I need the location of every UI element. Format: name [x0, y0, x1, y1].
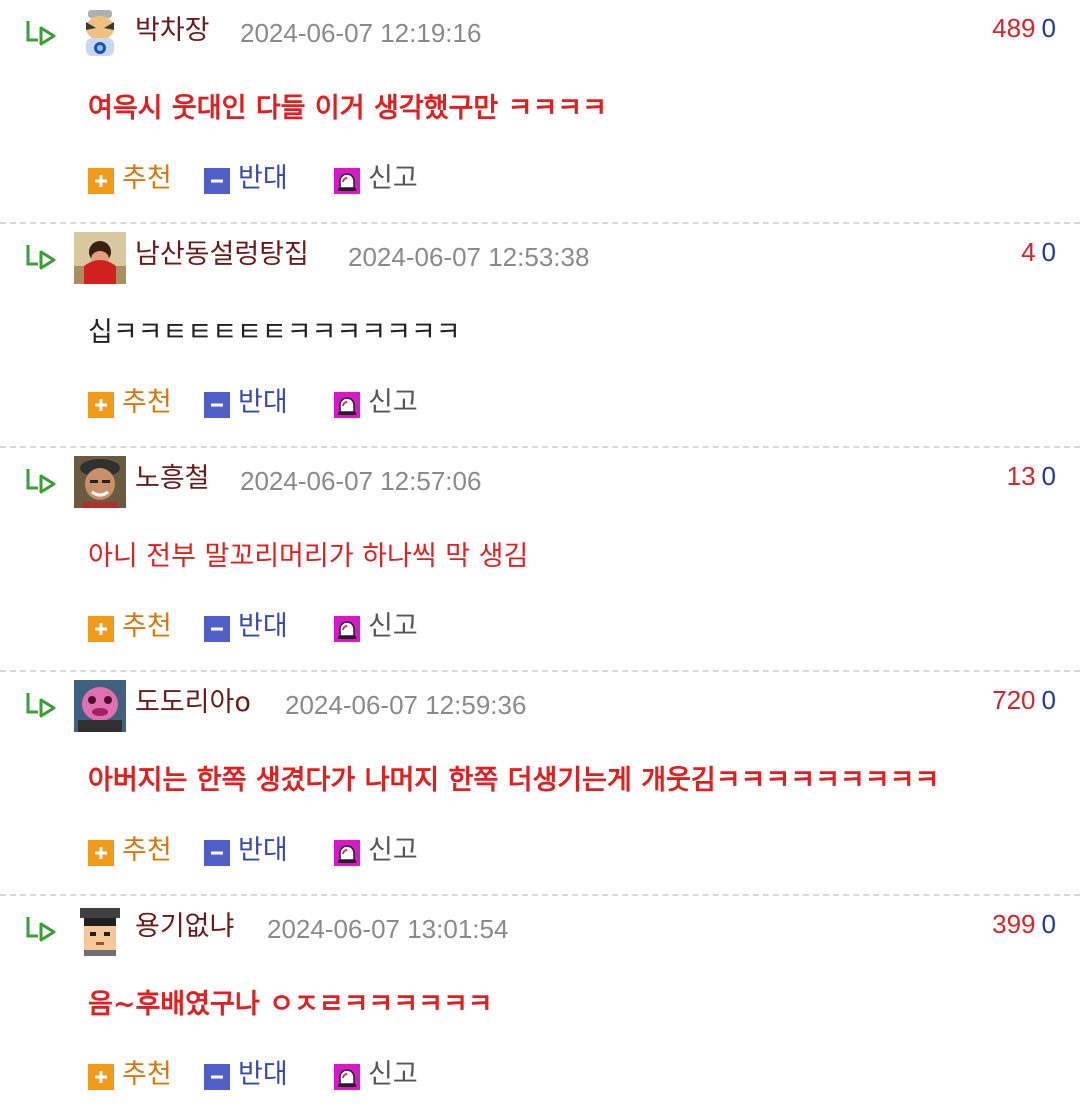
downvote-label: 반대: [238, 611, 288, 642]
comment-text: 여윽시 웃대인 다들 이거 생각했구만 ㅋㅋㅋㅋ: [88, 93, 607, 124]
comment-item: 용기없냐 2024-06-07 13:01:54 399 0 음~후배였구나 ㅇㅈ…: [0, 896, 1080, 1107]
vote-counts: 13 0: [1007, 458, 1056, 494]
minus-icon: [204, 392, 230, 418]
comment-actions: 추천 반대 신고: [88, 1056, 688, 1094]
comment-text: 아버지는 한쪽 생겼다가 나머지 한쪽 더생기는게 개웃김ㅋㅋㅋㅋㅋㅋㅋㅋㅋ: [88, 765, 940, 796]
downvote-label: 반대: [238, 835, 288, 866]
avatar[interactable]: [74, 904, 126, 956]
downvote-label: 반대: [238, 387, 288, 418]
nickname[interactable]: 용기없냐: [135, 909, 234, 945]
reply-arrow-icon: [26, 917, 56, 942]
comment-actions: 추천 반대 신고: [88, 384, 688, 422]
nickname[interactable]: 박차장: [135, 13, 210, 49]
plus-icon: [88, 840, 114, 866]
report-button[interactable]: 신고: [334, 1056, 444, 1094]
report-label: 신고: [368, 163, 418, 194]
upvote-label: 추천: [122, 387, 172, 418]
timestamp: 2024-06-07 12:53:38: [348, 242, 590, 272]
comment-actions: 추천 반대 신고: [88, 608, 688, 646]
reply-arrow-icon: [26, 245, 56, 270]
comment-item: 남산동설렁탕집 2024-06-07 12:53:38 40 십ㅋㅋㅌㅌㅌㅌㅌㅋ…: [0, 224, 1080, 448]
upvote-label: 추천: [122, 1059, 172, 1090]
minus-icon: [204, 840, 230, 866]
upvote-button[interactable]: 추천: [88, 832, 188, 870]
siren-icon: [334, 840, 360, 866]
plus-icon: [88, 616, 114, 642]
vote-counts: 720 0: [992, 682, 1056, 718]
upvote-count: 4: [1021, 237, 1036, 267]
comment-actions: 추천 반대 신고: [88, 832, 688, 870]
nickname[interactable]: 남산동설렁탕집: [135, 237, 309, 273]
upvote-button[interactable]: 추천: [88, 384, 188, 422]
vote-counts: 40: [1021, 234, 1056, 270]
siren-icon: [334, 1064, 360, 1090]
upvote-button[interactable]: 추천: [88, 608, 188, 646]
upvote-count: 399: [992, 909, 1036, 939]
minus-icon: [204, 168, 230, 194]
report-label: 신고: [368, 387, 418, 418]
upvote-button[interactable]: 추천: [88, 160, 188, 198]
downvote-button[interactable]: 반대: [204, 832, 304, 870]
avatar[interactable]: [74, 8, 126, 60]
downvote-count: 0: [1041, 13, 1056, 43]
plus-icon: [88, 392, 114, 418]
report-button[interactable]: 신고: [334, 160, 444, 198]
upvote-button[interactable]: 추천: [88, 1056, 188, 1094]
timestamp: 2024-06-07 12:19:16: [240, 18, 482, 48]
report-label: 신고: [368, 1059, 418, 1090]
comment-item: 노흥철 2024-06-07 12:57:06 13 0 아니 전부 말꼬리머리가…: [0, 448, 1080, 672]
report-label: 신고: [368, 611, 418, 642]
timestamp: 2024-06-07 12:59:36: [285, 690, 527, 720]
comment-item: 박차장 2024-06-07 12:19:16 489 0 여윽시 웃대인 다들 …: [0, 0, 1080, 224]
report-label: 신고: [368, 835, 418, 866]
siren-icon: [334, 392, 360, 418]
vote-counts: 399 0: [992, 906, 1056, 942]
timestamp: 2024-06-07 13:01:54: [267, 914, 509, 944]
nickname[interactable]: 노흥철: [135, 461, 210, 497]
report-button[interactable]: 신고: [334, 384, 444, 422]
downvote-button[interactable]: 반대: [204, 608, 304, 646]
avatar[interactable]: [74, 680, 126, 732]
downvote-label: 반대: [238, 1059, 288, 1090]
downvote-count: 0: [1041, 909, 1056, 939]
downvote-count: 0: [1041, 685, 1056, 715]
comment-item: 도도리아o 2024-06-07 12:59:36 720 0 아버지는 한쪽 생…: [0, 672, 1080, 896]
reply-arrow-icon: [26, 693, 56, 718]
report-button[interactable]: 신고: [334, 608, 444, 646]
downvote-count: 0: [1041, 461, 1056, 491]
minus-icon: [204, 616, 230, 642]
downvote-button[interactable]: 반대: [204, 160, 304, 198]
comment-actions: 추천 반대 신고: [88, 160, 688, 198]
report-button[interactable]: 신고: [334, 832, 444, 870]
upvote-label: 추천: [122, 835, 172, 866]
upvote-label: 추천: [122, 163, 172, 194]
downvote-button[interactable]: 반대: [204, 1056, 304, 1094]
siren-icon: [334, 168, 360, 194]
upvote-count: 720: [992, 685, 1036, 715]
comment-text: 십ㅋㅋㅌㅌㅌㅌㅌㅋㅋㅋㅋㅋㅋㅋ: [88, 317, 461, 348]
plus-icon: [88, 1064, 114, 1090]
upvote-label: 추천: [122, 611, 172, 642]
siren-icon: [334, 616, 360, 642]
plus-icon: [88, 168, 114, 194]
vote-counts: 489 0: [992, 10, 1056, 46]
comment-text: 음~후배였구나 ㅇㅈㄹㅋㅋㅋㅋㅋㅋ: [88, 989, 493, 1020]
downvote-button[interactable]: 반대: [204, 384, 304, 422]
nickname[interactable]: 도도리아o: [135, 685, 251, 721]
reply-arrow-icon: [26, 21, 56, 46]
avatar[interactable]: [74, 232, 126, 284]
reply-arrow-icon: [26, 469, 56, 494]
comment-list: 박차장 2024-06-07 12:19:16 489 0 여윽시 웃대인 다들 …: [0, 0, 1080, 1107]
upvote-count: 13: [1006, 461, 1036, 491]
timestamp: 2024-06-07 12:57:06: [240, 466, 482, 496]
avatar[interactable]: [74, 456, 126, 508]
downvote-label: 반대: [238, 163, 288, 194]
downvote-count: 0: [1041, 237, 1056, 267]
minus-icon: [204, 1064, 230, 1090]
comment-text: 아니 전부 말꼬리머리가 하나씩 막 생김: [88, 541, 529, 572]
upvote-count: 489: [992, 13, 1036, 43]
